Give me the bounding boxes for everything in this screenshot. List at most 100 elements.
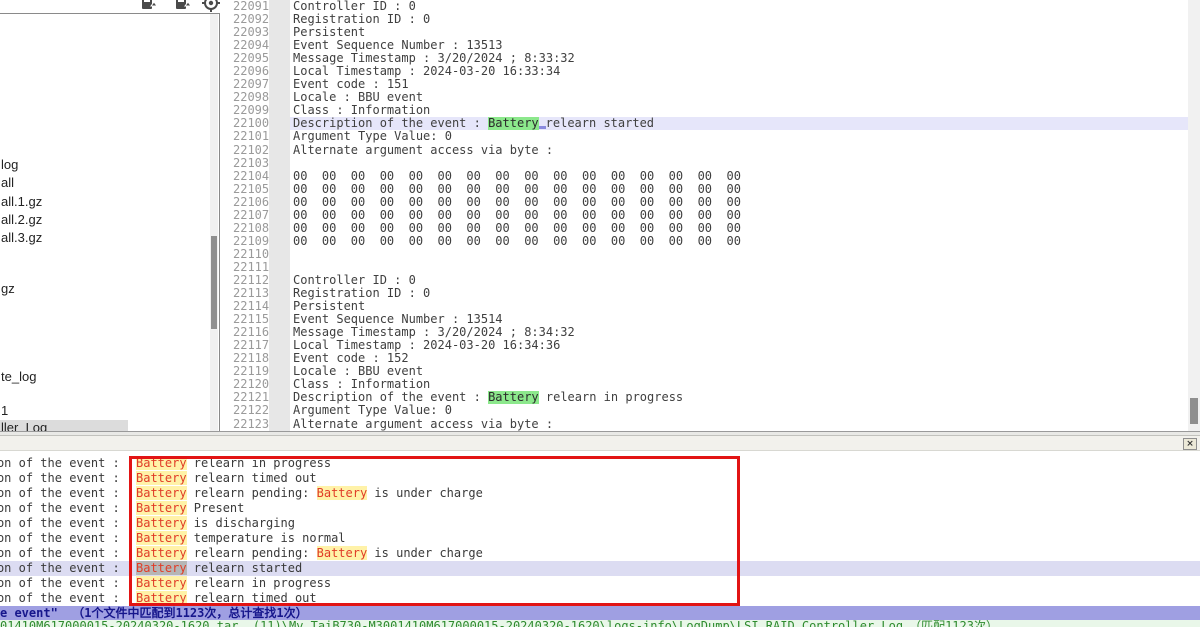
result-row[interactable]: on of the event : Battery relearn starte…	[0, 561, 1200, 576]
editor-line[interactable]: 22113Registration ID : 0	[220, 287, 1188, 300]
file-list-item[interactable]: all.3.gz	[0, 230, 42, 246]
file-list-item[interactable]: gz	[0, 281, 15, 297]
editor-line[interactable]: 22103	[220, 157, 1188, 170]
editor-line[interactable]: 22110	[220, 248, 1188, 261]
result-row[interactable]: on of the event : Battery relearn pendin…	[0, 546, 1200, 561]
bookmark-margin[interactable]	[269, 313, 290, 326]
result-row[interactable]: on of the event : Battery Present	[0, 501, 1200, 516]
bookmark-margin[interactable]	[269, 104, 290, 117]
bookmark-margin[interactable]	[269, 378, 290, 391]
text-caret	[539, 118, 546, 129]
bookmark-margin[interactable]	[269, 248, 290, 261]
editor-line[interactable]: 2210600 00 00 00 00 00 00 00 00 00 00 00…	[220, 196, 1188, 209]
bookmark-margin[interactable]	[269, 26, 290, 39]
file-list-item[interactable]: log	[0, 157, 18, 173]
file-list-item[interactable]: all	[0, 175, 14, 191]
result-row[interactable]: on of the event : Battery relearn in pro…	[0, 456, 1200, 471]
editor-line[interactable]: 22122Argument Type Value: 0	[220, 404, 1188, 417]
bookmark-margin[interactable]	[269, 235, 290, 248]
bookmark-margin[interactable]	[269, 300, 290, 313]
result-row[interactable]: on of the event : Battery relearn pendin…	[0, 486, 1200, 501]
editor-line[interactable]: 22100Description of the event : Batteryr…	[220, 117, 1188, 130]
result-row[interactable]: on of the event : Battery relearn timed …	[0, 471, 1200, 486]
bookmark-margin[interactable]	[269, 170, 290, 183]
line-number: 22102	[233, 144, 267, 157]
editor-line[interactable]: 22097Event code : 151	[220, 78, 1188, 91]
bookmark-margin[interactable]	[269, 65, 290, 78]
bookmark-margin[interactable]	[269, 157, 290, 170]
editor-line[interactable]: 22115Event Sequence Number : 13514	[220, 313, 1188, 326]
editor-line[interactable]: 22099Class : Information	[220, 104, 1188, 117]
line-number: 22108	[233, 222, 267, 235]
editor-line[interactable]: 22120Class : Information	[220, 378, 1188, 391]
result-row[interactable]: on of the event : Battery relearn in pro…	[0, 576, 1200, 591]
editor-line[interactable]: 22117Local Timestamp : 2024-03-20 16:34:…	[220, 339, 1188, 352]
bookmark-margin[interactable]	[269, 365, 290, 378]
editor-line[interactable]: 2210400 00 00 00 00 00 00 00 00 00 00 00…	[220, 170, 1188, 183]
file-list-item[interactable]: all.2.gz	[0, 212, 42, 228]
editor-scrollbar[interactable]	[1188, 0, 1200, 431]
editor-scrollbar-thumb[interactable]	[1190, 398, 1198, 424]
editor-line[interactable]: 22116Message Timestamp : 3/20/2024 ; 8:3…	[220, 326, 1188, 339]
export-panel-icon[interactable]	[140, 0, 158, 12]
bookmark-margin[interactable]	[269, 261, 290, 274]
bookmark-margin[interactable]	[269, 91, 290, 104]
line-text: Message Timestamp : 3/20/2024 ; 8:33:32	[290, 52, 1188, 65]
export-panel-icon[interactable]	[174, 0, 192, 12]
result-row[interactable]: on of the event : Battery relearn timed …	[0, 591, 1200, 606]
bookmark-margin[interactable]	[269, 0, 290, 13]
bookmark-margin[interactable]	[269, 391, 290, 404]
bookmark-margin[interactable]	[269, 339, 290, 352]
editor-line[interactable]: 22101Argument Type Value: 0	[220, 130, 1188, 143]
editor-line[interactable]: 22096Local Timestamp : 2024-03-20 16:33:…	[220, 65, 1188, 78]
editor-line[interactable]: 22119Locale : BBU event	[220, 365, 1188, 378]
bookmark-margin[interactable]	[269, 196, 290, 209]
editor-line[interactable]: 2210800 00 00 00 00 00 00 00 00 00 00 00…	[220, 222, 1188, 235]
close-icon[interactable]: ×	[1183, 438, 1197, 450]
bookmark-margin[interactable]	[269, 52, 290, 65]
bookmark-margin[interactable]	[269, 117, 290, 130]
locate-target-icon[interactable]	[202, 0, 220, 12]
editor-line[interactable]: 2210900 00 00 00 00 00 00 00 00 00 00 00…	[220, 235, 1188, 248]
editor-line[interactable]: 22098Locale : BBU event	[220, 91, 1188, 104]
editor-line[interactable]: 22092Registration ID : 0	[220, 13, 1188, 26]
bookmark-margin[interactable]	[269, 78, 290, 91]
editor-line[interactable]: 2210700 00 00 00 00 00 00 00 00 00 00 00…	[220, 209, 1188, 222]
result-row[interactable]: on of the event : Battery is discharging	[0, 516, 1200, 531]
log-editor[interactable]: 22091Controller ID : 022092Registration …	[220, 0, 1188, 431]
bookmark-margin[interactable]	[269, 222, 290, 235]
editor-line[interactable]: 22114Persistent	[220, 300, 1188, 313]
bookmark-margin[interactable]	[269, 274, 290, 287]
bookmark-margin[interactable]	[269, 404, 290, 417]
file-list-scrollbar-thumb[interactable]	[211, 236, 217, 329]
editor-line[interactable]: 22123Alternate argument access via byte …	[220, 418, 1188, 431]
file-list-scrollbar[interactable]	[210, 14, 218, 432]
file-list-item[interactable]: te_log	[0, 369, 36, 385]
bookmark-margin[interactable]	[269, 13, 290, 26]
bookmark-margin[interactable]	[269, 183, 290, 196]
bookmark-margin[interactable]	[269, 144, 290, 157]
editor-line[interactable]: 22102Alternate argument access via byte …	[220, 144, 1188, 157]
file-list-item[interactable]: all.1.gz	[0, 194, 42, 210]
editor-line[interactable]: 22118Event code : 152	[220, 352, 1188, 365]
bookmark-margin[interactable]	[269, 39, 290, 52]
editor-line[interactable]: 22093Persistent	[220, 26, 1188, 39]
file-list-item[interactable]: 1	[0, 403, 8, 419]
bookmark-margin[interactable]	[269, 352, 290, 365]
editor-line[interactable]: 22091Controller ID : 0	[220, 0, 1188, 13]
bookmark-margin[interactable]	[269, 418, 290, 431]
bookmark-margin[interactable]	[269, 209, 290, 222]
editor-line[interactable]: 22112Controller ID : 0	[220, 274, 1188, 287]
bookmark-margin[interactable]	[269, 130, 290, 143]
editor-line[interactable]: 22121Description of the event : Battery …	[220, 391, 1188, 404]
editor-line[interactable]: 22111	[220, 261, 1188, 274]
line-number: 22106	[233, 196, 267, 209]
bookmark-margin[interactable]	[269, 287, 290, 300]
search-file-line[interactable]: 01410M617000015-20240320-1620.tar (11)\M…	[0, 620, 1200, 627]
search-summary-line[interactable]: e event" （1个文件中匹配到1123次，总计查找1次）	[0, 606, 1200, 620]
editor-line[interactable]: 22094Event Sequence Number : 13513	[220, 39, 1188, 52]
bookmark-margin[interactable]	[269, 326, 290, 339]
result-row[interactable]: on of the event : Battery temperature is…	[0, 531, 1200, 546]
editor-line[interactable]: 2210500 00 00 00 00 00 00 00 00 00 00 00…	[220, 183, 1188, 196]
editor-line[interactable]: 22095Message Timestamp : 3/20/2024 ; 8:3…	[220, 52, 1188, 65]
